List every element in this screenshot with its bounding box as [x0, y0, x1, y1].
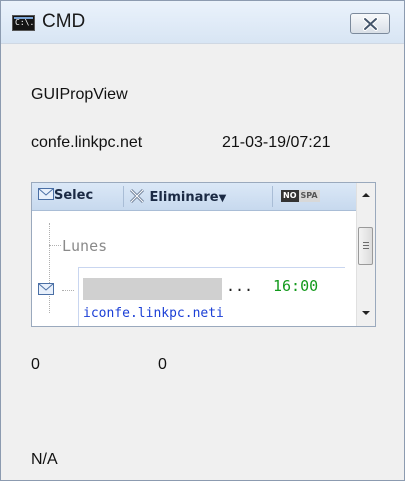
vertical-scrollbar[interactable]	[356, 183, 375, 326]
value-right: 0	[158, 356, 167, 373]
prop-view-label: GUIPropView	[31, 86, 128, 103]
host-label: confe.linkpc.net	[31, 134, 143, 151]
embedded-mail-view: Selec Eliminare▼ NO SPA Lunes ... 16:00 …	[31, 182, 376, 327]
chevron-down-icon: ▼	[218, 193, 227, 204]
title-bar[interactable]: C:\. CMD	[1, 1, 404, 44]
toolbar-separator	[272, 186, 273, 207]
console-icon: C:\.	[12, 15, 35, 31]
scroll-up-icon[interactable]	[357, 187, 375, 203]
tree-line	[62, 290, 74, 291]
message-time: 16:00	[273, 277, 319, 295]
mail-toolbar: Selec Eliminare▼ NO SPA	[32, 183, 375, 211]
tree-line	[49, 245, 61, 246]
mail-list-item[interactable]: ... 16:00 iconfe.linkpc.neti	[78, 267, 345, 326]
close-icon	[363, 17, 378, 31]
message-sender: iconfe.linkpc.neti	[83, 306, 224, 321]
toolbar-separator	[123, 186, 124, 207]
tree-line	[49, 223, 50, 313]
select-label: Selec	[54, 188, 94, 203]
no-label: NO	[281, 190, 299, 202]
day-group-label: Lunes	[62, 237, 108, 255]
scroll-down-icon[interactable]	[357, 305, 375, 321]
envelope-icon	[38, 188, 54, 200]
close-button[interactable]	[350, 13, 390, 34]
delete-x-icon	[129, 188, 145, 204]
status-label: N/A	[31, 451, 58, 468]
console-icon-text: C:\.	[15, 18, 35, 27]
redacted-subject	[83, 278, 222, 300]
envelope-icon	[38, 283, 54, 295]
delete-label: Eliminare	[149, 190, 219, 205]
timestamp-label: 21-03-19/07:21	[222, 134, 331, 151]
window-title: CMD	[42, 11, 86, 32]
no-spam-button[interactable]: NO SPA	[281, 190, 320, 202]
cmd-window: C:\. CMD GUIPropView confe.linkpc.net 21…	[0, 0, 405, 481]
select-button[interactable]: Selec	[38, 188, 93, 203]
value-left: 0	[31, 356, 40, 373]
scrollbar-thumb[interactable]	[358, 227, 373, 265]
subject-ellipsis: ...	[226, 277, 254, 295]
spam-label: SPA	[298, 190, 320, 202]
delete-button[interactable]: Eliminare▼	[129, 188, 226, 205]
